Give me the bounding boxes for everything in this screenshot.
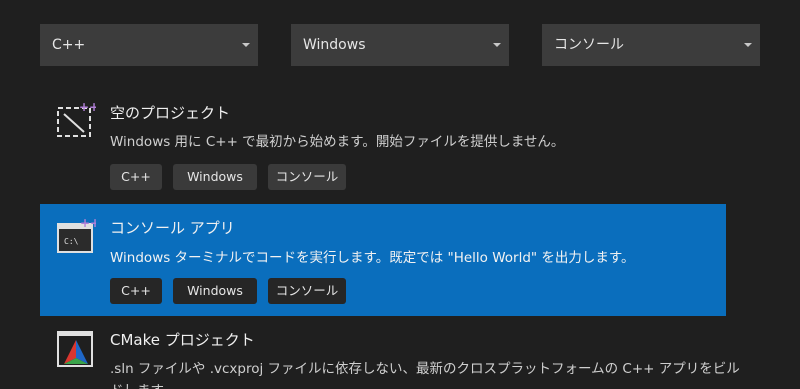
template-title: 空のプロジェクト xyxy=(110,104,231,122)
tag-cpp[interactable]: C++ xyxy=(110,278,162,304)
template-item-empty-project[interactable]: ++ 空のプロジェクト Windows 用に C++ で最初から始めます。開始フ… xyxy=(40,88,726,200)
filter-bar: C++ Windows コンソール xyxy=(40,24,760,66)
template-item-console-app[interactable]: C:\ ++ コンソール アプリ Windows ターミナルでコードを実行します… xyxy=(40,204,726,316)
template-description: Windows 用に C++ で最初から始めます。開始ファイルを提供しません。 xyxy=(110,134,565,150)
template-item-cmake-project[interactable]: CMake プロジェクト .sln ファイルや .vcxproj ファイルに依存… xyxy=(40,316,740,389)
template-description: Windows ターミナルでコードを実行します。既定では "Hello Worl… xyxy=(110,250,635,266)
svg-text:C:\: C:\ xyxy=(64,237,79,246)
template-description: .sln ファイルや .vcxproj ファイルに依存しない、最新のクロスプラッ… xyxy=(110,361,740,389)
template-title: CMake プロジェクト xyxy=(110,331,255,349)
language-filter-dropdown[interactable]: C++ xyxy=(40,24,258,66)
template-title: コンソール アプリ xyxy=(110,219,235,237)
template-list: ++ 空のプロジェクト Windows 用に C++ で最初から始めます。開始フ… xyxy=(40,88,740,389)
tag-console[interactable]: コンソール xyxy=(268,278,346,304)
tag-console[interactable]: コンソール xyxy=(268,164,346,190)
platform-filter-dropdown[interactable]: Windows xyxy=(291,24,509,66)
chevron-down-icon xyxy=(744,43,752,47)
chevron-down-icon xyxy=(242,43,250,47)
tag-cpp[interactable]: C++ xyxy=(110,164,162,190)
svg-text:++: ++ xyxy=(79,100,96,114)
project-type-filter-value: コンソール xyxy=(554,37,624,53)
language-filter-value: C++ xyxy=(52,37,86,53)
project-type-filter-dropdown[interactable]: コンソール xyxy=(542,24,760,66)
platform-filter-value: Windows xyxy=(303,37,366,53)
console-app-icon: C:\ ++ xyxy=(56,216,100,256)
cmake-icon xyxy=(56,328,96,368)
new-project-dialog: C++ Windows コンソール ++ 空のプロジェクト Windows 用に… xyxy=(0,0,800,389)
tag-windows[interactable]: Windows xyxy=(173,278,257,304)
empty-project-icon: ++ xyxy=(56,100,99,140)
chevron-down-icon xyxy=(493,43,501,47)
tag-windows[interactable]: Windows xyxy=(173,164,257,190)
svg-text:++: ++ xyxy=(80,216,96,230)
